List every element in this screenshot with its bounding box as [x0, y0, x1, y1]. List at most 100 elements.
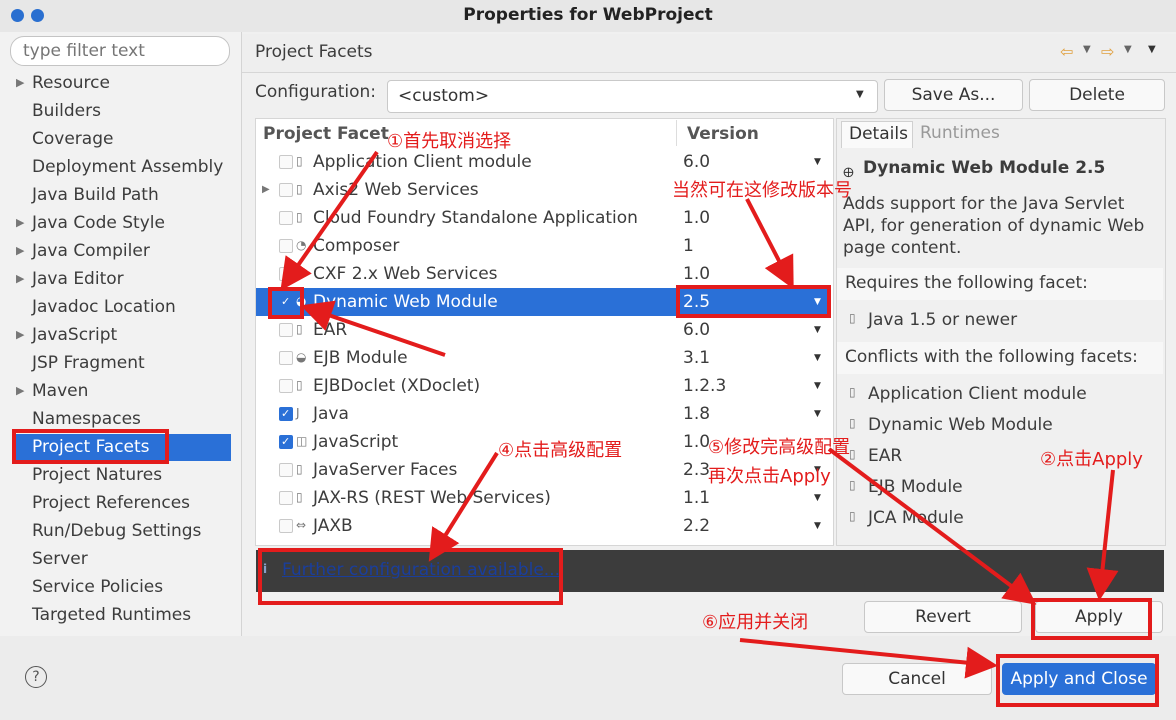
- sidebar-item-server[interactable]: Server: [32, 546, 88, 572]
- facet-name: Cloud Foundry Standalone Application: [313, 208, 638, 228]
- facet-checkbox[interactable]: [279, 267, 293, 281]
- back-menu-chevron-icon[interactable]: ▼: [1083, 44, 1091, 55]
- description-line: API, for generation of dynamic Web: [843, 216, 1145, 236]
- facet-name: Composer: [313, 236, 400, 256]
- expand-arrow-icon[interactable]: ▶: [16, 322, 24, 348]
- doc-icon: ▯: [296, 182, 303, 196]
- version-dropdown-icon[interactable]: ▼: [814, 512, 821, 540]
- version-dropdown-icon[interactable]: ▼: [814, 316, 821, 344]
- sidebar-item-java-editor[interactable]: Java Editor: [32, 266, 124, 292]
- window-title: Properties for WebProject: [463, 5, 713, 25]
- facet-checkbox[interactable]: [279, 491, 293, 505]
- forward-arrow-icon[interactable]: ⇨: [1101, 42, 1114, 61]
- chevron-down-icon: ▼: [856, 89, 864, 100]
- column-divider: [676, 120, 677, 146]
- sidebar-item-builders[interactable]: Builders: [32, 98, 101, 124]
- facet-checkbox[interactable]: [279, 379, 293, 393]
- version-dropdown-icon[interactable]: ▼: [814, 400, 821, 428]
- doc-icon: ▯: [296, 378, 303, 392]
- facet-row[interactable]: ◒ EJB Module 3.1 ▼: [256, 344, 831, 372]
- sidebar-item-project-natures[interactable]: Project Natures: [32, 462, 162, 488]
- facet-version[interactable]: 3.1: [683, 344, 710, 372]
- facet-row[interactable]: J Java 1.8 ▼: [256, 400, 831, 428]
- sidebar-item-project-references[interactable]: Project References: [32, 490, 190, 516]
- revert-button[interactable]: Revert: [864, 601, 1022, 633]
- delete-button[interactable]: Delete: [1029, 79, 1165, 111]
- facet-row[interactable]: ▯ JAX-RS (REST Web Services) 1.1 ▼: [256, 484, 831, 512]
- help-icon[interactable]: ?: [25, 666, 47, 688]
- details-title: Dynamic Web Module 2.5: [863, 158, 1106, 178]
- sidebar-item-maven[interactable]: Maven: [32, 378, 88, 404]
- expand-arrow-icon[interactable]: ▶: [16, 238, 24, 264]
- facet-row[interactable]: ▯ CXF 2.x Web Services 1.0: [256, 260, 831, 288]
- facet-checkbox[interactable]: [279, 239, 293, 253]
- expand-arrow-icon[interactable]: ▶: [262, 176, 270, 204]
- save-as-button[interactable]: Save As...: [884, 79, 1023, 111]
- filter-field[interactable]: [10, 36, 230, 66]
- facet-version[interactable]: 1.2.3: [683, 372, 726, 400]
- facet-checkbox[interactable]: [279, 400, 293, 428]
- column-header-facet[interactable]: Project Facet: [263, 124, 389, 144]
- annotation-text-2: ②点击Apply: [1040, 449, 1143, 470]
- facet-row[interactable]: ▯ EJBDoclet (XDoclet) 1.2.3 ▼: [256, 372, 831, 400]
- facet-row[interactable]: ◔ Composer 1: [256, 232, 831, 260]
- facet-version[interactable]: 2.2: [683, 512, 710, 540]
- facet-list-item: Application Client module: [868, 384, 1087, 404]
- facet-row[interactable]: ▯ EAR 6.0 ▼: [256, 316, 831, 344]
- facet-version: 1.0: [683, 208, 711, 228]
- annotation-text-1: ①首先取消选择: [387, 131, 512, 152]
- facet-row[interactable]: ⇔ JAXB 2.2 ▼: [256, 512, 831, 540]
- sidebar-item-coverage[interactable]: Coverage: [32, 126, 113, 152]
- tab-details[interactable]: Details: [841, 121, 913, 148]
- doc-icon: ▯: [849, 509, 856, 523]
- facet-row[interactable]: ▯ Application Client module 6.0 ▼: [256, 148, 831, 176]
- expand-arrow-icon[interactable]: ▶: [16, 266, 24, 292]
- version-dropdown-icon[interactable]: ▼: [814, 372, 821, 400]
- sidebar-item-javascript[interactable]: JavaScript: [32, 322, 117, 348]
- facet-version[interactable]: 2.3: [683, 456, 710, 484]
- view-menu-icon[interactable]: ▼: [1148, 44, 1156, 55]
- facet-checkbox[interactable]: [279, 323, 293, 337]
- facet-checkbox[interactable]: [279, 155, 293, 169]
- sidebar-item-service-policies[interactable]: Service Policies: [32, 574, 163, 600]
- sidebar-item-targeted-runtimes[interactable]: Targeted Runtimes: [32, 602, 191, 628]
- facet-checkbox[interactable]: [279, 463, 293, 477]
- facet-version[interactable]: 1.8: [683, 400, 710, 428]
- ejb-icon: ◒: [296, 350, 307, 364]
- filter-input[interactable]: [11, 37, 225, 65]
- sidebar-item-java-compiler[interactable]: Java Compiler: [32, 238, 150, 264]
- js-icon: ◫: [296, 434, 308, 448]
- expand-arrow-icon[interactable]: ▶: [16, 210, 24, 236]
- facet-checkbox[interactable]: [279, 519, 293, 533]
- facet-name: Axis2 Web Services: [313, 180, 479, 200]
- facet-version[interactable]: 1.1: [683, 484, 710, 512]
- sidebar-item-javadoc-location[interactable]: Javadoc Location: [32, 294, 176, 320]
- tab-runtimes[interactable]: Runtimes: [920, 123, 1000, 143]
- facet-checkbox[interactable]: [279, 351, 293, 365]
- facet-name: JAX-RS (REST Web Services): [313, 488, 551, 508]
- annotation-text-4: ④点击高级配置: [498, 440, 623, 461]
- sidebar-item-resource[interactable]: Resource: [32, 70, 110, 96]
- expand-arrow-icon[interactable]: ▶: [16, 70, 24, 96]
- column-header-version[interactable]: Version: [687, 124, 759, 144]
- configuration-combo[interactable]: <custom> ▼: [387, 80, 878, 113]
- sidebar-item-jsp-fragment[interactable]: JSP Fragment: [32, 350, 145, 376]
- version-dropdown-icon[interactable]: ▼: [814, 344, 821, 372]
- facet-version[interactable]: 6.0: [683, 316, 710, 344]
- facet-row[interactable]: ▯ Cloud Foundry Standalone Application 1.0: [256, 204, 831, 232]
- facet-checkbox[interactable]: [279, 183, 293, 197]
- sidebar-item-java-build-path[interactable]: Java Build Path: [32, 182, 159, 208]
- facet-checkbox[interactable]: [279, 428, 293, 456]
- expand-arrow-icon[interactable]: ▶: [16, 378, 24, 404]
- sidebar-item-deployment-assembly[interactable]: Deployment Assembly: [32, 154, 223, 180]
- sidebar-item-run-debug-settings[interactable]: Run/Debug Settings: [32, 518, 201, 544]
- forward-menu-chevron-icon[interactable]: ▼: [1124, 44, 1132, 55]
- facet-version[interactable]: 6.0: [683, 148, 710, 176]
- sidebar-item-java-code-style[interactable]: Java Code Style: [32, 210, 165, 236]
- version-dropdown-icon[interactable]: ▼: [814, 148, 821, 176]
- cancel-button[interactable]: Cancel: [842, 663, 992, 695]
- facet-list-item: Java 1.5 or newer: [868, 310, 1018, 330]
- facet-checkbox[interactable]: [279, 211, 293, 225]
- version-dropdown-icon[interactable]: ▼: [814, 484, 821, 512]
- back-arrow-icon[interactable]: ⇦: [1060, 42, 1073, 61]
